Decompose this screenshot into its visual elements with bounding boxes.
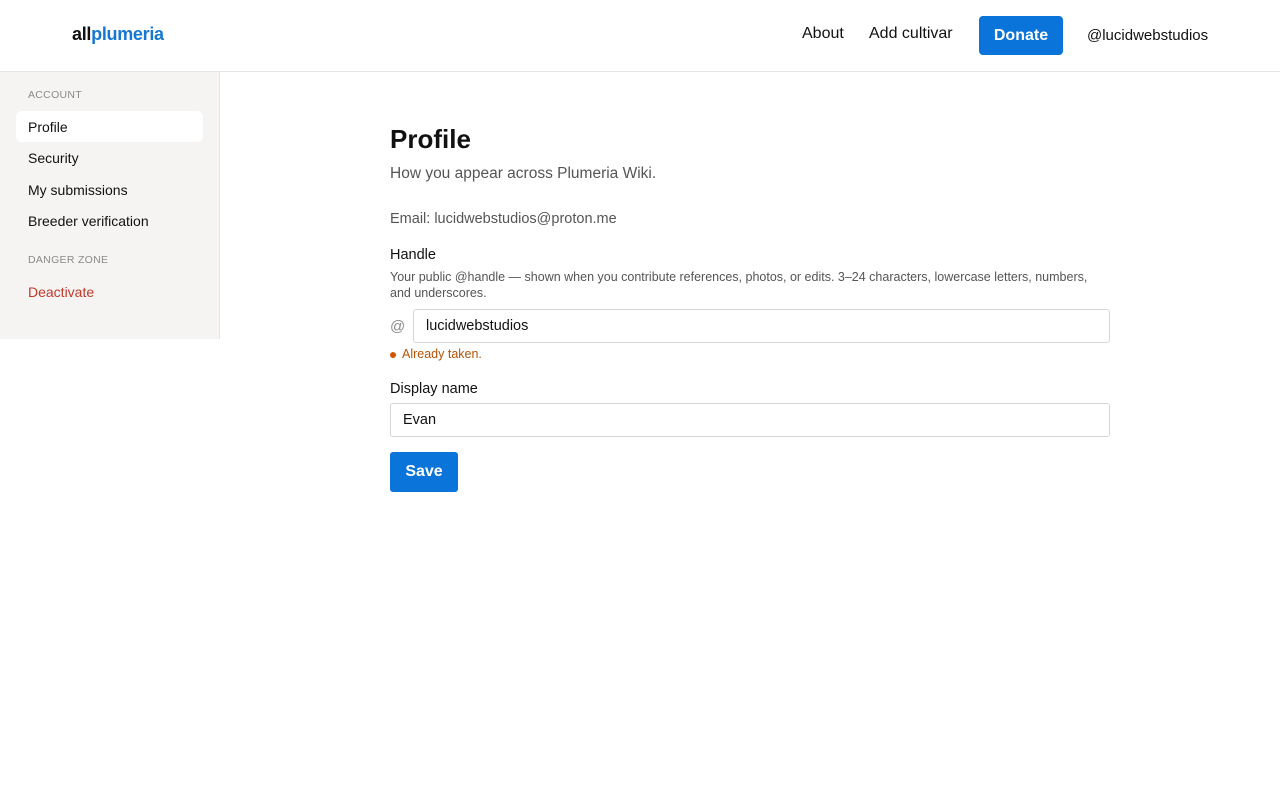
handle-error-message: Already taken.: [402, 347, 482, 361]
sidebar-item-breeder-verification[interactable]: Breeder verification: [16, 205, 203, 236]
handle-prefix: @: [390, 318, 406, 335]
sidebar-item-deactivate[interactable]: Deactivate: [16, 276, 203, 307]
logo-text-plumeria: plumeria: [91, 24, 164, 44]
sidebar-item-security[interactable]: Security: [16, 142, 203, 173]
error-dot-icon: [390, 352, 396, 358]
donate-button[interactable]: Donate: [979, 16, 1063, 55]
top-bar: allplumeria About Add cultivar Donate @l…: [0, 0, 1280, 72]
sidebar-item-profile[interactable]: Profile: [16, 111, 203, 142]
page-subtitle: How you appear across Plumeria Wiki.: [390, 165, 657, 182]
email-display: Email: lucidwebstudios@proton.me: [390, 211, 617, 227]
handle-label: Handle: [390, 247, 436, 263]
handle-help-text: Your public @handle — shown when you con…: [390, 270, 1088, 300]
save-button[interactable]: Save: [390, 452, 458, 492]
display-name-input[interactable]: [390, 403, 1110, 437]
sidebar-heading-danger-zone: DANGER ZONE: [28, 254, 109, 266]
user-menu-link[interactable]: @lucidwebstudios: [1087, 27, 1208, 44]
account-sidebar: ACCOUNT Profile Security My submissions …: [0, 72, 220, 339]
nav-about-link[interactable]: About: [802, 25, 844, 43]
handle-input[interactable]: [413, 309, 1110, 343]
display-name-label: Display name: [390, 381, 478, 397]
sidebar-heading-account: ACCOUNT: [28, 89, 83, 101]
sidebar-item-my-submissions[interactable]: My submissions: [16, 174, 203, 205]
nav-add-cultivar-link[interactable]: Add cultivar: [869, 25, 953, 43]
site-logo[interactable]: allplumeria: [72, 24, 164, 45]
logo-text-all: all: [72, 24, 92, 44]
page-title: Profile: [390, 124, 471, 154]
